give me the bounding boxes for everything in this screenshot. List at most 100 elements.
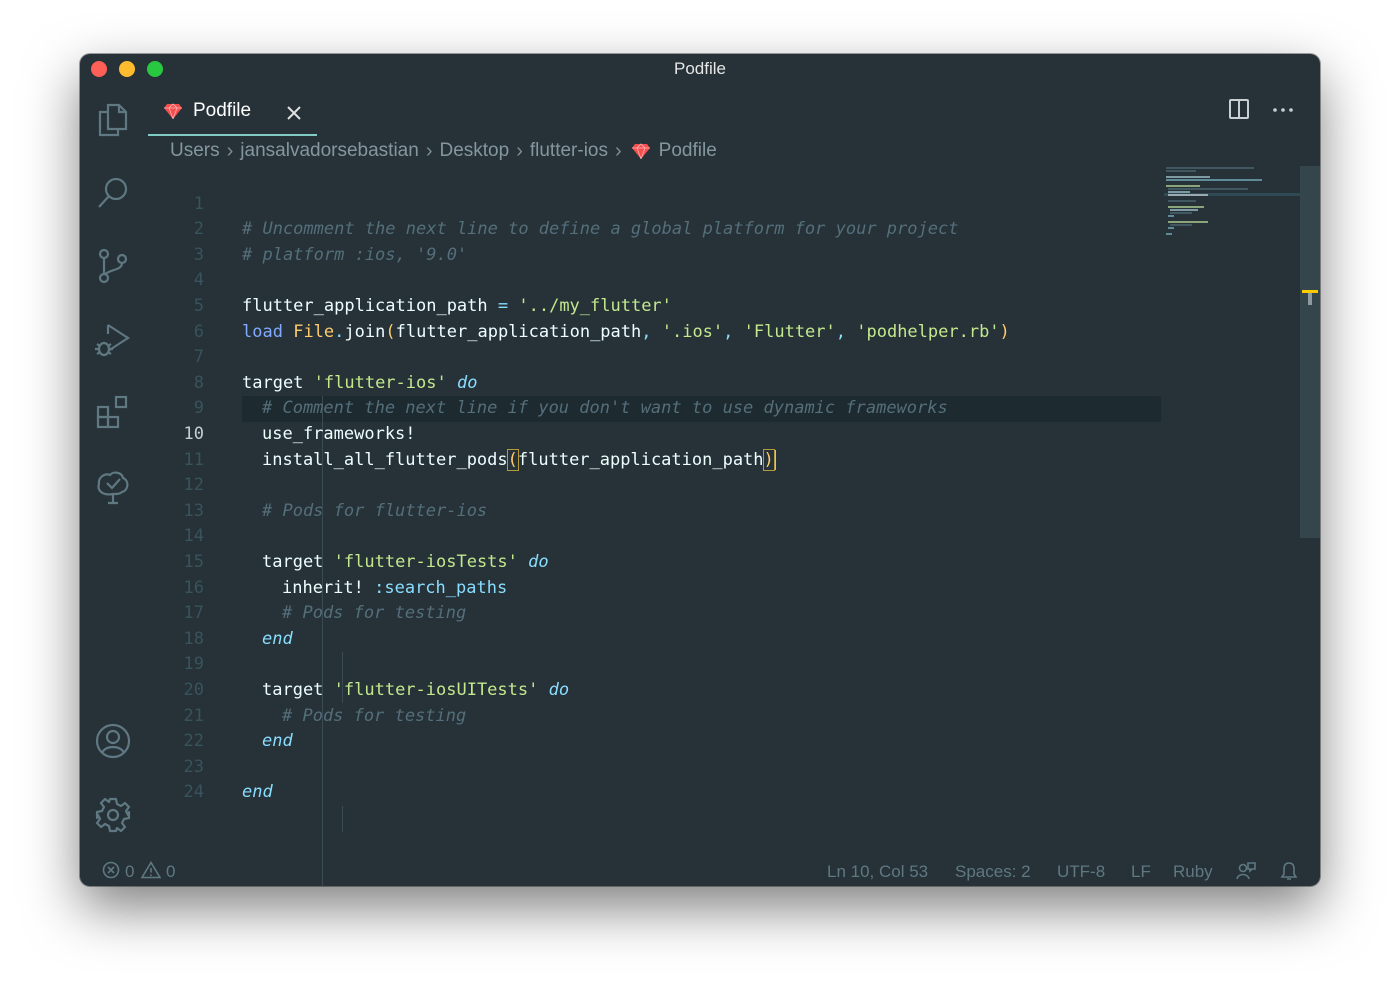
feedback-icon[interactable]: [1236, 861, 1256, 886]
more-actions-icon[interactable]: [1272, 98, 1294, 120]
code-token: (: [385, 321, 396, 342]
line-code: # Pods for flutter-ios: [262, 500, 488, 521]
code-token: target: [242, 372, 314, 393]
code-token: target: [262, 551, 334, 572]
code-line: 15 inherit! :search_paths: [160, 524, 508, 598]
code-line: 4 flutter_application_path = '../my_flut…: [160, 243, 672, 316]
code-token: :search_paths: [374, 577, 508, 598]
code-editor[interactable]: 1 # Uncomment the next line to define a …: [160, 166, 1161, 886]
line-code: install_all_flutter_pods(flutter_applica…: [262, 448, 776, 474]
chevron-right-icon: ›: [615, 139, 622, 162]
error-icon[interactable]: [102, 861, 120, 884]
editor-window: Podfile Podfile Users › jansalvadorsebas…: [80, 54, 1320, 886]
split-editor-icon[interactable]: [1228, 98, 1250, 120]
code-token: File: [293, 321, 335, 342]
files-icon[interactable]: [94, 100, 132, 138]
line-code: target 'flutter-iosTests' do: [262, 550, 549, 576]
code-line: 13: [160, 473, 221, 521]
code-token: install_all_flutter_pods: [262, 449, 508, 470]
line-code: target 'flutter-iosUITests' do: [262, 678, 569, 704]
breadcrumb-item-users[interactable]: Users: [170, 140, 220, 162]
indent-guide: [342, 806, 343, 832]
code-token: 'flutter-iosUITests': [333, 679, 539, 700]
code-token: do: [548, 679, 570, 700]
activity-bar: [80, 84, 146, 856]
test-tree-icon[interactable]: [94, 468, 132, 506]
code-line: 20 # Pods for testing: [160, 652, 467, 726]
source-control-icon[interactable]: [94, 247, 132, 285]
code-token: do: [528, 551, 549, 572]
code-line: 14 target 'flutter-iosTests' do: [160, 499, 549, 572]
vertical-scrollbar[interactable]: [1300, 166, 1320, 538]
warning-count[interactable]: 0: [166, 862, 175, 882]
line-code: end: [242, 782, 273, 803]
run-debug-icon[interactable]: [94, 320, 132, 358]
code-token: ,: [835, 321, 857, 342]
text-cursor: [773, 449, 776, 470]
search-icon[interactable]: [94, 174, 132, 212]
line-code: # Pods for testing: [282, 603, 467, 624]
code-token: ,: [641, 321, 662, 342]
extensions-icon[interactable]: [94, 393, 132, 431]
line-code: # Uncomment the next line to define a gl…: [242, 219, 959, 240]
minimap[interactable]: [1164, 166, 1300, 246]
language-mode[interactable]: Ruby: [1173, 862, 1213, 882]
code-token: target: [262, 679, 334, 700]
close-tab-icon[interactable]: [284, 103, 304, 123]
bell-icon[interactable]: [1280, 861, 1298, 886]
code-line: 1 # Uncomment the next line to define a …: [160, 166, 959, 240]
code-line: 21 end: [160, 678, 293, 752]
minimize-window-button[interactable]: [119, 61, 135, 77]
breadcrumb-item-desktop[interactable]: Desktop: [439, 140, 509, 162]
code-line: 9 use_frameworks!: [160, 371, 416, 444]
line-code: target 'flutter-ios' do: [242, 371, 477, 397]
error-count[interactable]: 0: [125, 862, 134, 882]
ruby-gem-icon: [631, 143, 650, 159]
code-token: load: [242, 321, 283, 342]
chevron-right-icon: ›: [425, 139, 433, 162]
breadcrumb-item-flutter-ios[interactable]: flutter-ios: [530, 140, 608, 162]
code-token: flutter_application_path: [517, 449, 764, 470]
code-token: 'podhelper.rb': [856, 321, 1000, 342]
line-code: end: [262, 628, 293, 649]
code-line: 6: [160, 294, 221, 342]
status-bar: 0 0 Ln 10, Col 53 Spaces: 2 UTF-8 LF Rub…: [80, 856, 1320, 886]
zoom-window-button[interactable]: [147, 61, 163, 77]
code-token: ): [999, 321, 1010, 342]
code-line: 8 # Comment the next line if you don't w…: [160, 345, 948, 419]
line-code: # Comment the next line if you don't wan…: [262, 398, 948, 419]
settings-gear-icon[interactable]: [94, 796, 132, 834]
breadcrumb: Users › jansalvadorsebastian › Desktop ›…: [170, 139, 717, 163]
tab-podfile[interactable]: Podfile: [148, 90, 317, 136]
code-token: =: [497, 295, 509, 316]
breadcrumb-item-podfile[interactable]: Podfile: [659, 140, 717, 162]
line-code: inherit! :search_paths: [282, 576, 507, 602]
encoding[interactable]: UTF-8: [1057, 862, 1105, 882]
line-code: # Pods for testing: [282, 705, 467, 726]
code-token: inherit!: [282, 577, 375, 598]
code-token: 'flutter-ios': [313, 372, 447, 393]
code-line-active: 10 install_all_flutter_pods(flutter_appl…: [160, 396, 776, 471]
code-line: 22: [160, 704, 221, 751]
code-token: ,: [723, 321, 744, 342]
window-title: Podfile: [674, 59, 726, 78]
indentation[interactable]: Spaces: 2: [955, 862, 1031, 882]
code-token: '.ios': [661, 321, 724, 342]
tab-label: Podfile: [193, 100, 252, 121]
line-code: load File.join(flutter_application_path,…: [242, 320, 1010, 346]
code-line: 5 load File.join(flutter_application_pat…: [160, 268, 1010, 342]
end-of-line[interactable]: LF: [1131, 862, 1151, 882]
code-token: flutter_application_path: [242, 295, 498, 316]
close-window-button[interactable]: [91, 61, 107, 77]
warning-icon[interactable]: [140, 860, 162, 884]
code-token: join: [344, 321, 386, 342]
code-token: do: [456, 372, 478, 393]
account-icon[interactable]: [94, 722, 132, 760]
cursor-position[interactable]: Ln 10, Col 53: [827, 862, 928, 882]
breadcrumb-item-user[interactable]: jansalvadorsebastian: [240, 140, 419, 162]
code-line: 2 # platform :ios, '9.0': [160, 192, 467, 265]
